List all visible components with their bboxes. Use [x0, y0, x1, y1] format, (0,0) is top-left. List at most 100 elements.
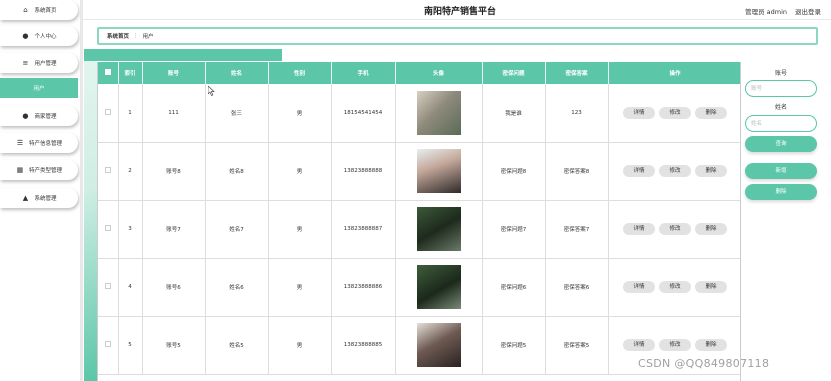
delete-button[interactable]: 删除: [695, 223, 727, 235]
avatar: [416, 265, 461, 309]
cell-avatar: [395, 316, 483, 375]
cell-account: 111: [142, 84, 206, 143]
sidebar-item-profile[interactable]: ● 个人中心: [0, 26, 78, 46]
cell-answer: 密保答案7: [545, 200, 609, 259]
column-header[interactable]: 账号: [142, 62, 206, 84]
cell-index: 5: [118, 316, 143, 375]
cell-answer: 密保答案6: [545, 258, 609, 317]
row-checkbox[interactable]: [104, 283, 111, 289]
row-checkbox[interactable]: [104, 108, 111, 115]
cell-actions: 详情 修改 删除: [608, 200, 740, 259]
row-select-cell[interactable]: [98, 84, 119, 143]
cell-gender: 男: [268, 200, 332, 259]
detail-button[interactable]: 详情: [623, 339, 655, 351]
cell-phone: 13823888886: [331, 258, 396, 317]
sidebar-item-label: 系统首页: [34, 8, 57, 14]
delete-button[interactable]: 删除: [695, 281, 727, 293]
person-icon: ●: [22, 32, 29, 40]
breadcrumb-home[interactable]: 系统首页: [107, 32, 129, 40]
cell-gender: 男: [268, 258, 332, 317]
sidebar-item-label: 特产信息管理: [28, 141, 62, 147]
detail-button[interactable]: 详情: [623, 223, 655, 235]
column-header[interactable]: 性别: [268, 62, 332, 84]
avatar: [416, 149, 461, 193]
row-checkbox[interactable]: [104, 341, 111, 347]
home-icon: ⌂: [23, 6, 28, 14]
account-label: 账号: [774, 70, 787, 77]
sidebar-item-merchant-management[interactable]: ● 商家管理: [0, 106, 78, 126]
row-select-cell[interactable]: [98, 316, 119, 375]
search-button[interactable]: 查询: [745, 136, 817, 152]
cell-account: 账号5: [142, 316, 206, 375]
row-select-cell[interactable]: [98, 258, 119, 317]
cell-gender: 男: [268, 84, 332, 143]
cell-avatar: [395, 200, 483, 259]
select-all-cell[interactable]: [98, 62, 119, 84]
sidebar-item-user-management[interactable]: ≡ 用户管理: [0, 53, 78, 73]
cell-actions: 详情 修改 删除: [608, 84, 740, 143]
row-checkbox[interactable]: [104, 225, 111, 231]
sidebar-item-home[interactable]: ⌂ 系统首页: [0, 0, 78, 20]
row-checkbox[interactable]: [104, 167, 111, 173]
logout-link[interactable]: 退出登录: [795, 6, 821, 16]
cell-gender: 男: [268, 142, 332, 201]
account-search-input[interactable]: [745, 80, 817, 97]
delete-button[interactable]: 删除: [695, 339, 727, 351]
avatar: [416, 90, 461, 135]
cell-index: 3: [118, 200, 143, 259]
cell-actions: 详情 修改 删除: [608, 142, 740, 201]
cell-name: 姓名5: [205, 316, 269, 375]
cell-question: 密保问题7: [482, 200, 546, 259]
edit-button[interactable]: 修改: [659, 339, 691, 351]
cell-answer: 密保答案5: [545, 316, 609, 375]
cell-account: 账号8: [142, 142, 206, 201]
column-header: 索引: [118, 62, 143, 84]
edit-button[interactable]: 修改: [659, 106, 691, 119]
edit-button[interactable]: 修改: [659, 223, 691, 235]
cell-avatar: [395, 142, 483, 201]
column-header[interactable]: 姓名: [205, 62, 269, 84]
decorative-stripe: [84, 61, 97, 381]
row-select-cell[interactable]: [98, 142, 119, 201]
cell-account: 账号6: [142, 258, 206, 317]
detail-button[interactable]: 详情: [623, 281, 655, 293]
column-header[interactable]: 密保答案: [545, 62, 609, 84]
breadcrumb-separator: ⋮: [133, 33, 139, 39]
sidebar-item-users[interactable]: 用户: [0, 78, 78, 98]
table-header-row: 索引 账号 姓名 性别 手机 头像 密保问题 密保答案 操作: [98, 62, 740, 84]
column-header[interactable]: 手机: [331, 62, 396, 84]
sidebar-item-product-info[interactable]: ☰ 特产信息管理: [0, 133, 78, 153]
row-select-cell[interactable]: [98, 200, 119, 259]
delete-button[interactable]: 删除: [695, 106, 727, 119]
cell-name: 姓名7: [205, 200, 269, 259]
mouse-cursor-icon: [208, 86, 215, 96]
batch-delete-button[interactable]: 删除: [745, 184, 817, 200]
sidebar-item-label: 个人中心: [34, 34, 57, 40]
name-search-input[interactable]: [745, 115, 817, 132]
cell-answer: 123: [545, 84, 609, 143]
cell-index: 2: [118, 142, 143, 201]
sidebar-item-system[interactable]: ▲ 系统管理: [0, 188, 78, 208]
cell-avatar: [395, 258, 483, 317]
user-label: 管理员 admin: [745, 8, 787, 16]
name-label: 姓名: [774, 104, 787, 111]
cell-index: 1: [118, 84, 143, 143]
column-header: 操作: [608, 62, 740, 84]
edit-button[interactable]: 修改: [659, 281, 691, 293]
select-all-checkbox[interactable]: [104, 69, 111, 75]
cell-gender: 男: [268, 316, 332, 375]
detail-button[interactable]: 详情: [623, 165, 655, 177]
detail-button[interactable]: 详情: [623, 106, 655, 119]
edit-button[interactable]: 修改: [659, 165, 691, 177]
add-button[interactable]: 新增: [745, 163, 817, 179]
sidebar-item-product-type[interactable]: ▦ 特产类型管理: [0, 160, 78, 180]
sidebar-item-label: 用户: [33, 86, 45, 92]
cell-phone: 13823888888: [331, 142, 396, 201]
cell-question: 密保问题6: [482, 258, 546, 317]
delete-button[interactable]: 删除: [695, 165, 727, 177]
column-header[interactable]: 密保问题: [482, 62, 546, 84]
sidebar-item-label: 系统管理: [34, 196, 57, 202]
sidebar-item-label: 用户管理: [34, 61, 57, 67]
app-title: 南阳特产销售平台: [423, 7, 496, 17]
cell-answer: 密保答案8: [545, 142, 609, 201]
